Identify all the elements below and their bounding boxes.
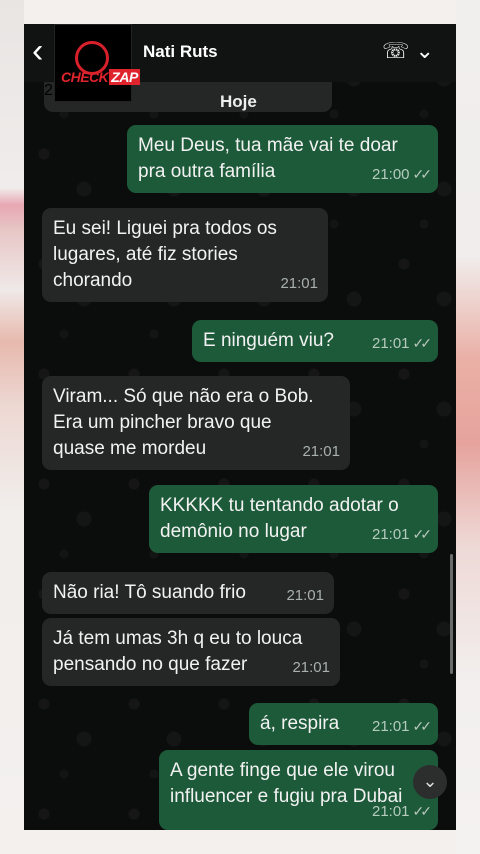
chevron-down-icon[interactable]: ⌄ bbox=[413, 765, 447, 799]
message-time: 21:01 bbox=[371, 526, 410, 543]
message-time: 21:00 bbox=[371, 166, 410, 183]
message-bubble-incoming[interactable]: Não ria! Tô suando frio 21:01 bbox=[42, 572, 334, 614]
date-separator: Hoje bbox=[220, 92, 257, 111]
message-time: 21:01 bbox=[286, 587, 324, 604]
read-ticks-icon: ✓✓ bbox=[412, 166, 433, 182]
logo: CHECK ZAP bbox=[54, 24, 140, 102]
message-text: Não ria! Tô suando frio bbox=[53, 582, 246, 603]
message-text: Já tem umas 3h q eu to louca pensando no… bbox=[53, 628, 303, 675]
background-right bbox=[456, 0, 480, 854]
message-list[interactable]: 21:00 Hoje Meu Deus, tua mãe vai te doar… bbox=[24, 24, 456, 830]
phone-icon[interactable]: ☏ ⌄ bbox=[382, 38, 434, 64]
contact-name[interactable]: Nati Ruts bbox=[143, 42, 218, 62]
message-bubble-outgoing[interactable]: KKKKK tu tentando adotar o demônio no lu… bbox=[149, 485, 438, 553]
scrollbar[interactable] bbox=[450, 554, 453, 674]
read-ticks-icon: ✓✓ bbox=[412, 335, 433, 351]
message-time: 21:01 bbox=[371, 803, 410, 820]
read-ticks-icon: ✓✓ bbox=[412, 718, 433, 734]
message-time: 21:01 bbox=[302, 443, 340, 460]
message-text: Viram... Só que não era o Bob. Era um pi… bbox=[53, 386, 314, 459]
message-bubble-outgoing[interactable]: á, respira 21:01 ✓✓ bbox=[249, 703, 438, 745]
background-left bbox=[0, 0, 24, 854]
message-time: 21:01 bbox=[371, 335, 410, 352]
message-bubble-incoming[interactable]: Eu sei! Liguei pra todos os lugares, até… bbox=[42, 208, 328, 302]
chat-header: ‹ CHECK ZAP Nati Ruts ☏ ⌄ bbox=[24, 24, 456, 102]
chat-screen: 21:00 Hoje Meu Deus, tua mãe vai te doar… bbox=[24, 24, 456, 830]
message-text: Eu sei! Liguei pra todos os lugares, até… bbox=[53, 218, 277, 291]
message-bubble-outgoing[interactable]: E ninguém viu? 21:01 ✓✓ bbox=[192, 320, 438, 362]
message-bubble-incoming[interactable]: Viram... Só que não era o Bob. Era um pi… bbox=[42, 376, 350, 470]
message-bubble-outgoing[interactable]: A gente finge que ele virou influencer e… bbox=[159, 750, 438, 830]
message-time: 21:01 bbox=[292, 659, 330, 676]
read-ticks-icon: ✓✓ bbox=[412, 803, 433, 819]
read-ticks-icon: ✓✓ bbox=[412, 526, 433, 542]
message-bubble-outgoing[interactable]: Meu Deus, tua mãe vai te doar pra outra … bbox=[127, 125, 438, 193]
message-bubble-incoming[interactable]: Já tem umas 3h q eu to louca pensando no… bbox=[42, 618, 340, 686]
message-time: 21:01 bbox=[371, 718, 410, 735]
message-time: 21:01 bbox=[280, 275, 318, 292]
chevron-left-icon[interactable]: ‹ bbox=[32, 34, 56, 68]
